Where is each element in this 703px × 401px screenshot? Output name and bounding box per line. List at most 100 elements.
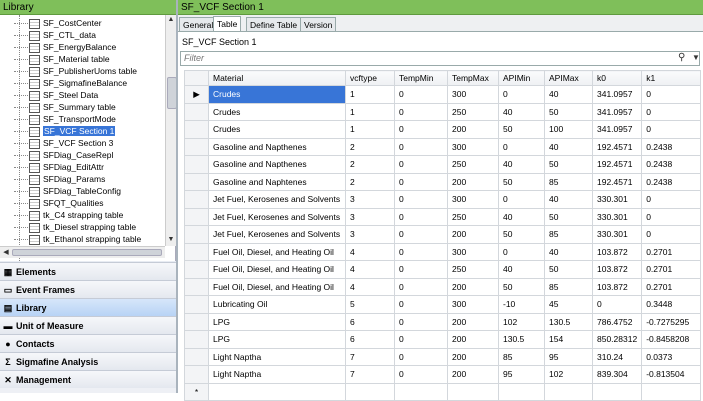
table-cell[interactable]: 0 (394, 85, 448, 104)
table-cell[interactable]: 3 (345, 207, 395, 226)
table-cell[interactable]: 330.301 (591, 207, 643, 226)
table-cell[interactable]: 200 (447, 225, 499, 244)
table-cell[interactable]: 7 (345, 365, 395, 384)
scroll-down-icon[interactable]: ▼ (166, 235, 176, 245)
table-cell[interactable]: Fuel Oil, Diesel, and Heating Oil (208, 242, 346, 261)
table-cell[interactable]: 0 (394, 172, 448, 191)
data-grid[interactable]: Material vcftype TempMin TempMax APIMin APIMa… (184, 70, 702, 401)
table-row[interactable]: Light Naptha 7 0 200 95 102 839.304 -0.813504 (184, 365, 702, 384)
row-header[interactable] (184, 277, 209, 296)
table-cell[interactable]: 250 (447, 102, 499, 121)
table-cell[interactable]: 5 (345, 295, 395, 314)
table-cell[interactable]: Jet Fuel, Kerosenes and Solvents (208, 190, 346, 209)
tree-item[interactable]: SF_Material table (14, 53, 110, 65)
table-cell[interactable]: -0.813504 (641, 365, 702, 384)
table-row[interactable]: Gasoline and Napthenes 2 0 250 40 50 192.4571 0… (184, 155, 702, 174)
table-cell[interactable]: 40 (544, 85, 593, 104)
table-cell[interactable]: 0 (641, 85, 702, 104)
table-cell[interactable]: LPG (208, 330, 346, 349)
table-cell[interactable]: LPG (208, 312, 346, 331)
table-row[interactable]: LPG 6 0 200 130.5 154 850.28312 -0.8458208 (184, 330, 702, 349)
table-cell[interactable]: 0 (394, 365, 448, 384)
table-cell[interactable]: 85 (544, 225, 593, 244)
table-cell[interactable]: 192.4571 (591, 137, 643, 156)
table-cell[interactable]: Fuel Oil, Diesel, and Heating Oil (208, 277, 346, 296)
table-cell[interactable]: 95 (544, 347, 593, 366)
row-header[interactable] (184, 190, 209, 209)
row-header[interactable] (184, 172, 209, 191)
filter-input[interactable] (180, 51, 700, 66)
table-row[interactable]: Light Naptha 7 0 200 85 95 310.24 0.0373 (184, 347, 702, 366)
table-cell[interactable]: 50 (498, 225, 545, 244)
table-cell[interactable]: 300 (447, 242, 499, 261)
table-cell[interactable]: 40 (498, 207, 545, 226)
table-cell[interactable]: 200 (447, 312, 499, 331)
tree-horizontal-scrollbar[interactable]: ◀ (0, 246, 165, 258)
table-row[interactable]: Gasoline and Napthenes 2 0 300 0 40 192.4571 0.… (184, 137, 702, 156)
table-cell[interactable]: 103.872 (591, 277, 643, 296)
table-cell[interactable]: 85 (544, 172, 593, 191)
table-cell[interactable]: 300 (447, 190, 499, 209)
table-cell[interactable]: 1 (345, 85, 395, 104)
table-cell[interactable]: 300 (447, 85, 499, 104)
table-cell[interactable]: -0.7275295 (641, 312, 702, 331)
table-cell[interactable]: 95 (498, 365, 545, 384)
table-cell[interactable]: 850.28312 (591, 330, 643, 349)
table-cell[interactable] (345, 382, 395, 401)
table-cell[interactable]: 2 (345, 172, 395, 191)
table-cell[interactable]: Lubricating Oil (208, 295, 346, 314)
table-cell[interactable]: 200 (447, 277, 499, 296)
tab-define-table[interactable]: Define Table (246, 17, 302, 32)
tree-item[interactable]: SF_VCF Section 3 (14, 137, 113, 149)
table-cell[interactable]: 330.301 (591, 225, 643, 244)
table-cell[interactable]: 0 (641, 120, 702, 139)
search-icon[interactable]: ⚲ (678, 52, 685, 63)
table-cell[interactable]: 0 (498, 137, 545, 156)
table-cell[interactable] (447, 382, 499, 401)
table-cell[interactable]: 0 (394, 330, 448, 349)
tree-item[interactable]: SF_VCF Section 1 (14, 125, 117, 137)
table-cell[interactable]: 130.5 (498, 330, 545, 349)
table-cell[interactable]: 3 (345, 190, 395, 209)
table-cell[interactable]: 0 (394, 277, 448, 296)
row-header[interactable] (184, 207, 209, 226)
table-cell[interactable]: Light Naptha (208, 347, 346, 366)
table-cell[interactable] (591, 382, 643, 401)
table-cell[interactable]: 6 (345, 330, 395, 349)
table-cell[interactable] (394, 382, 448, 401)
table-cell[interactable]: Gasoline and Naphtenes (208, 172, 346, 191)
table-cell[interactable]: Gasoline and Napthenes (208, 137, 346, 156)
table-cell[interactable]: 50 (544, 102, 593, 121)
chevron-down-icon[interactable]: ▼ (692, 53, 700, 62)
table-cell[interactable]: 0 (394, 312, 448, 331)
tree-item[interactable]: SF_PublisherUoms table (14, 65, 137, 77)
table-cell[interactable]: 0 (394, 155, 448, 174)
tree-item[interactable]: SFDiag_CaseRepl (14, 149, 113, 161)
table-cell[interactable]: Light Naptha (208, 365, 346, 384)
nav-item[interactable]: Σ Sigmafine Analysis (0, 352, 176, 370)
table-cell[interactable]: 250 (447, 155, 499, 174)
table-row[interactable]: LPG 6 0 200 102 130.5 786.4752 -0.7275295 (184, 312, 702, 331)
table-cell[interactable]: 40 (498, 260, 545, 279)
row-header[interactable] (184, 225, 209, 244)
table-cell[interactable]: 154 (544, 330, 593, 349)
table-cell[interactable]: 0 (394, 347, 448, 366)
table-cell[interactable]: 40 (498, 102, 545, 121)
table-cell[interactable]: 85 (498, 347, 545, 366)
table-cell[interactable]: 3 (345, 225, 395, 244)
table-cell[interactable]: 0.2701 (641, 277, 702, 296)
table-cell[interactable]: 0 (394, 225, 448, 244)
table-row[interactable]: Lubricating Oil 5 0 300 -10 45 0 0.3448 (184, 295, 702, 314)
current-row-indicator[interactable]: ▶ (184, 85, 209, 104)
tree-item[interactable]: SF_Summary table (14, 101, 116, 113)
table-cell[interactable]: 0 (394, 260, 448, 279)
table-cell[interactable]: 45 (544, 295, 593, 314)
table-cell[interactable] (544, 382, 593, 401)
nav-item[interactable]: ▭ Event Frames (0, 280, 176, 298)
table-cell[interactable]: 0.2701 (641, 260, 702, 279)
table-cell[interactable]: 50 (544, 260, 593, 279)
table-cell[interactable]: 50 (544, 155, 593, 174)
table-row[interactable]: Jet Fuel, Kerosenes and Solvents 3 0 250 40 5… (184, 207, 702, 226)
table-row[interactable]: Crudes 1 0 200 50 100 341.0957 0 (184, 120, 702, 139)
row-header[interactable] (184, 137, 209, 156)
